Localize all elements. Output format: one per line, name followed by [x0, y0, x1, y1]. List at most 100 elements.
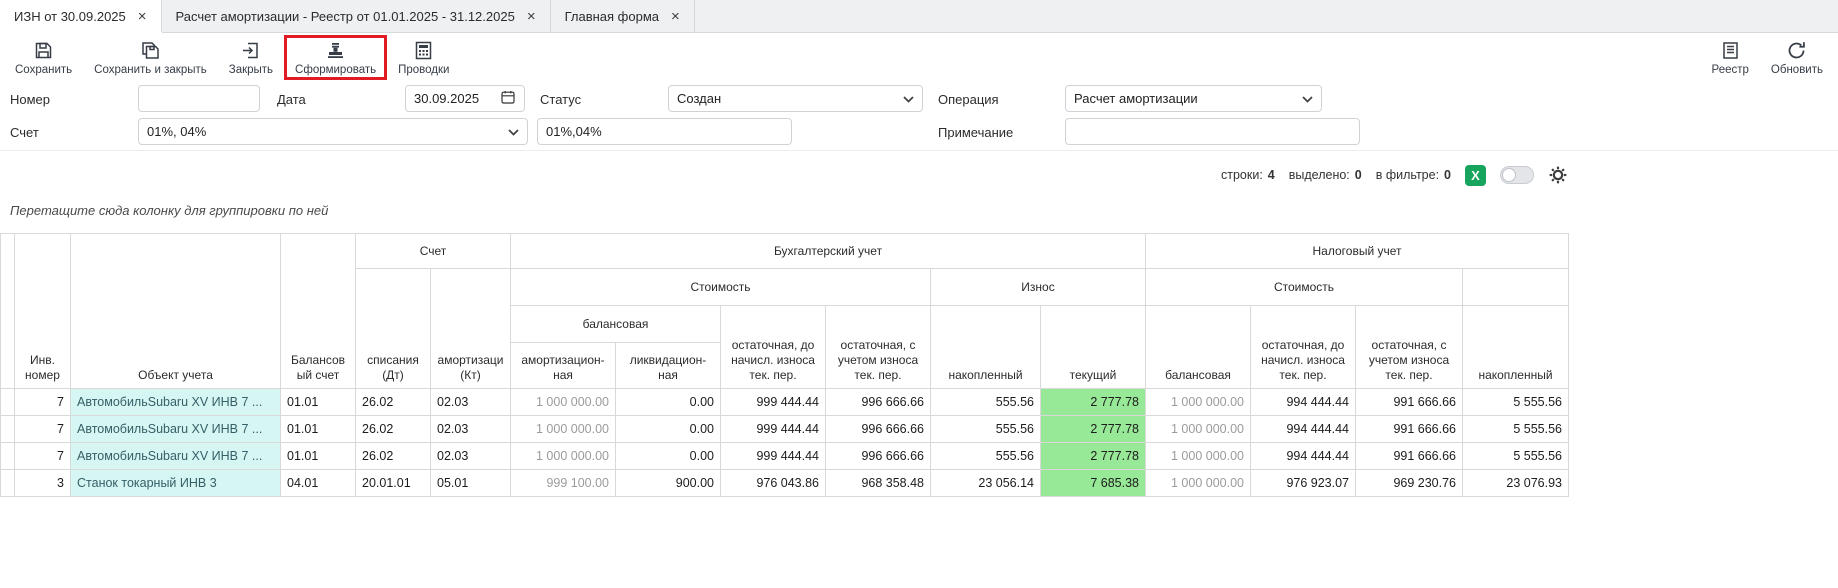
cell-balance-account: 01.01: [281, 443, 356, 470]
save-and-close-button[interactable]: Сохранить и закрыть: [83, 35, 218, 80]
cell-tax-residual-after: 991 666.66: [1356, 416, 1463, 443]
row-selector[interactable]: [1, 389, 15, 416]
group-by-hint[interactable]: Перетащите сюда колонку для группировки …: [10, 203, 328, 218]
col-header-tax-accumulated[interactable]: накопленный: [1463, 306, 1569, 389]
cell-tax-balance: 1 000 000.00: [1146, 389, 1251, 416]
cell-accumulated: 555.56: [931, 389, 1041, 416]
group-header-acc-cost[interactable]: Стоимость: [511, 269, 931, 306]
col-header-residual-before[interactable]: остаточная, до начисл. износа тек. пер.: [721, 306, 826, 389]
cell-tax-residual-before: 994 444.44: [1251, 443, 1356, 470]
account-mask-field[interactable]: [546, 124, 783, 139]
tab-main-form[interactable]: Главная форма ×: [551, 0, 695, 32]
col-header-object[interactable]: Объект учета: [71, 234, 281, 389]
rows-counter: строки:4: [1221, 168, 1275, 182]
document-form: Номер Дата Статус Создан Операция Расчет…: [0, 85, 1838, 150]
cell-tax-balance: 1 000 000.00: [1146, 443, 1251, 470]
generate-button[interactable]: Сформировать: [284, 35, 387, 80]
operation-select[interactable]: Расчет амортизации: [1065, 85, 1322, 112]
grid-info-bar: строки:4 выделено:0 в фильтре:0 X: [0, 163, 1568, 187]
tab-close-icon[interactable]: ×: [527, 9, 536, 24]
table-row[interactable]: 7 АвтомобильSubaru XV ИНВ 7 ... 01.01 26…: [1, 443, 1569, 470]
table-row[interactable]: 7 АвтомобильSubaru XV ИНВ 7 ... 01.01 26…: [1, 416, 1569, 443]
postings-button[interactable]: Проводки: [387, 35, 460, 80]
note-input-field[interactable]: [1074, 124, 1351, 139]
settings-gear-icon[interactable]: [1548, 165, 1568, 185]
col-header-tax-residual-before[interactable]: остаточная, до начисл. износа тек. пер.: [1251, 306, 1356, 389]
cell-residual-after: 968 358.48: [826, 470, 931, 497]
grid-panel: строки:4 выделено:0 в фильтре:0 X: [0, 150, 1838, 588]
account-mask-input[interactable]: [537, 118, 792, 145]
tab-close-icon[interactable]: ×: [138, 9, 147, 24]
registry-label: Реестр: [1712, 64, 1749, 76]
group-header-acc-wear[interactable]: Износ: [931, 269, 1146, 306]
row-selector[interactable]: [1, 470, 15, 497]
group-header-accounting[interactable]: Бухгалтерский учет: [511, 234, 1146, 269]
col-header-liquidation[interactable]: ликвидацион-ная: [616, 343, 721, 389]
cell-residual-after: 996 666.66: [826, 389, 931, 416]
date-input-field[interactable]: [414, 91, 494, 106]
col-header-amort-cost[interactable]: амортизацион-ная: [511, 343, 616, 389]
row-selector[interactable]: [1, 416, 15, 443]
tab-close-icon[interactable]: ×: [671, 9, 680, 24]
excel-export-icon[interactable]: X: [1465, 165, 1486, 186]
filter-toggle[interactable]: [1500, 166, 1534, 184]
col-header-inv[interactable]: Инв. номер: [15, 234, 71, 389]
group-header-tax-cost[interactable]: Стоимость: [1146, 269, 1463, 306]
col-header-accumulated[interactable]: накопленный: [931, 306, 1041, 389]
date-input[interactable]: [405, 85, 525, 112]
cell-amort-kt: 02.03: [431, 389, 511, 416]
group-header-balance[interactable]: балансовая: [511, 306, 721, 343]
row-selector-header: [1, 234, 15, 389]
table-row[interactable]: 7 АвтомобильSubaru XV ИНВ 7 ... 01.01 26…: [1, 389, 1569, 416]
col-header-amort-kt[interactable]: амортизаци (Кт): [431, 269, 511, 389]
tab-izn[interactable]: ИЗН от 30.09.2025 ×: [0, 0, 162, 32]
calendar-icon[interactable]: [500, 89, 516, 108]
col-header-residual-after[interactable]: остаточная, с учетом износа тек. пер.: [826, 306, 931, 389]
account-label: Счет: [10, 125, 39, 140]
table-row[interactable]: 3 Станок токарный ИНВ 3 04.01 20.01.01 0…: [1, 470, 1569, 497]
save-label: Сохранить: [15, 64, 72, 76]
number-input-field[interactable]: [147, 91, 251, 106]
save-and-close-icon: [140, 40, 161, 61]
selected-counter: выделено:0: [1289, 168, 1362, 182]
close-label: Закрыть: [229, 64, 273, 76]
cell-writeoff-dt: 26.02: [356, 416, 431, 443]
toggle-knob: [1502, 168, 1516, 182]
group-header-account[interactable]: Счет: [356, 234, 511, 269]
cell-liquidation: 0.00: [616, 443, 721, 470]
refresh-button[interactable]: Обновить: [1760, 35, 1834, 80]
number-input[interactable]: [138, 85, 260, 112]
save-button[interactable]: Сохранить: [4, 35, 83, 80]
cell-object: АвтомобильSubaru XV ИНВ 7 ...: [71, 443, 281, 470]
col-header-current[interactable]: текущий: [1041, 306, 1146, 389]
col-header-balance-account[interactable]: Балансовый счет: [281, 234, 356, 389]
tab-label: Расчет амортизации - Реестр от 01.01.202…: [176, 9, 515, 24]
number-label: Номер: [10, 92, 50, 107]
filtered-counter: в фильтре:0: [1376, 168, 1451, 182]
date-label: Дата: [277, 92, 306, 107]
cell-tax-balance: 1 000 000.00: [1146, 470, 1251, 497]
group-header-tax[interactable]: Налоговый учет: [1146, 234, 1569, 269]
cell-amort-kt: 05.01: [431, 470, 511, 497]
col-header-tax-residual-after[interactable]: остаточная, с учетом износа тек. пер.: [1356, 306, 1463, 389]
col-header-writeoff-dt[interactable]: списания (Дт): [356, 269, 431, 389]
status-select[interactable]: Создан: [668, 85, 923, 112]
note-label: Примечание: [938, 125, 1013, 140]
door-exit-icon: [240, 40, 261, 61]
note-input[interactable]: [1065, 118, 1360, 145]
row-selector[interactable]: [1, 443, 15, 470]
cell-tax-residual-after: 969 230.76: [1356, 470, 1463, 497]
close-button[interactable]: Закрыть: [218, 35, 284, 80]
cell-residual-before: 999 444.44: [721, 443, 826, 470]
registry-button[interactable]: Реестр: [1701, 35, 1760, 80]
cell-object: АвтомобильSubaru XV ИНВ 7 ...: [71, 389, 281, 416]
cell-balance-account: 01.01: [281, 389, 356, 416]
cell-writeoff-dt: 26.02: [356, 443, 431, 470]
generate-label: Сформировать: [295, 64, 376, 76]
tab-bar: ИЗН от 30.09.2025 × Расчет амортизации -…: [0, 0, 1838, 33]
tab-amortization-registry[interactable]: Расчет амортизации - Реестр от 01.01.202…: [162, 0, 551, 32]
status-value: Создан: [677, 91, 721, 106]
account-select[interactable]: 01%, 04%: [138, 118, 528, 145]
col-header-tax-balance[interactable]: балансовая: [1146, 306, 1251, 389]
cell-accumulated: 23 056.14: [931, 470, 1041, 497]
